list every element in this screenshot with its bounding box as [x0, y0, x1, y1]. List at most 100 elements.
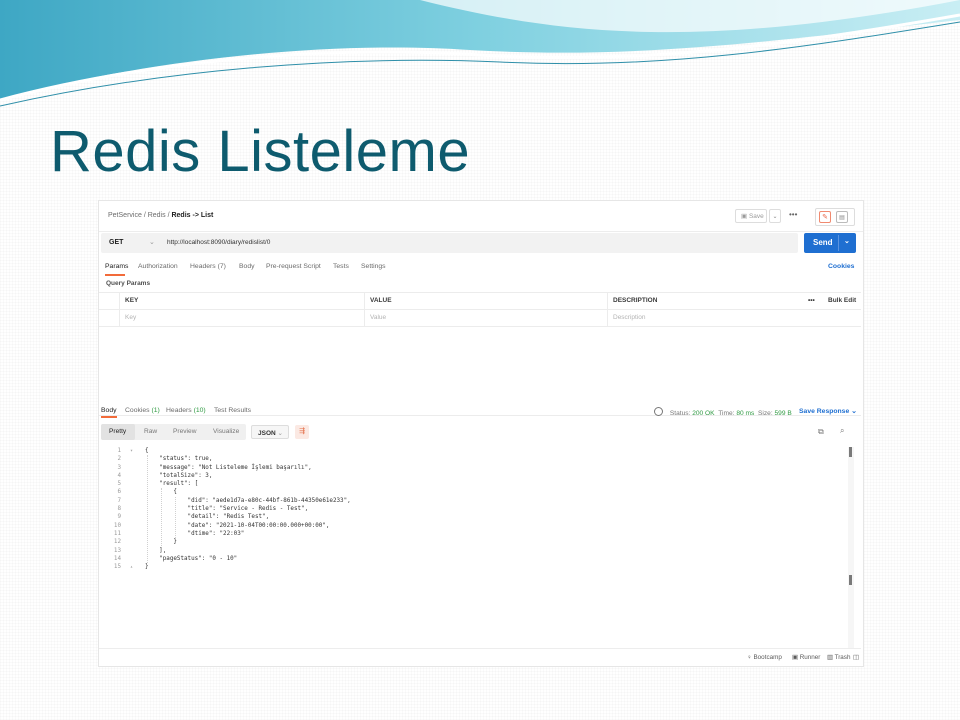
- copy-icon[interactable]: ⧉: [818, 427, 824, 437]
- save-response-button[interactable]: Save Response ⌄: [799, 407, 857, 415]
- code-line: 12 }: [99, 538, 844, 546]
- tab-pre-request-script[interactable]: Pre-request Script: [266, 263, 321, 270]
- line-number: 15: [113, 564, 121, 571]
- slide-title: Redis Listeleme: [50, 119, 471, 184]
- tab-tests[interactable]: Tests: [333, 263, 349, 270]
- code-line: 7 "did": "aede1d7a-e80c-44bf-861b-44350e…: [99, 497, 844, 505]
- save-response-label: Save Response: [799, 408, 850, 415]
- view-mode-preview[interactable]: Preview: [173, 428, 196, 435]
- code-line: 9 "detail": "Redis Test",: [99, 513, 844, 521]
- line-number: 2: [117, 456, 121, 463]
- send-label: Send: [813, 238, 833, 247]
- description-input[interactable]: Description: [607, 310, 861, 326]
- status-value[interactable]: 200 OK: [692, 410, 714, 417]
- tab-authorization[interactable]: Authorization: [138, 263, 178, 270]
- scrollbar-marker: [849, 447, 852, 457]
- trash-button[interactable]: ▥ Trash: [827, 654, 850, 661]
- line-number: 11: [113, 530, 121, 537]
- send-separator: [838, 235, 839, 251]
- line-number: 5: [117, 481, 121, 488]
- status-label: Status:: [669, 410, 691, 417]
- code-line: 13 ],: [99, 547, 844, 555]
- chevron-down-icon: ⌄: [851, 408, 857, 415]
- code-text: "totalSize": 3,: [145, 472, 213, 479]
- layout-icon[interactable]: ◫: [853, 654, 859, 661]
- time-value[interactable]: 80 ms: [736, 410, 754, 417]
- cookies-count: (1): [151, 407, 160, 414]
- chevron-down-icon[interactable]: ⌄: [844, 237, 850, 245]
- trash-label: Trash: [834, 654, 851, 661]
- line-number: 13: [113, 547, 121, 554]
- search-icon[interactable]: ⌕: [840, 426, 844, 436]
- tab-headers[interactable]: Headers (7): [190, 263, 226, 270]
- code-text: "status": true,: [145, 456, 213, 463]
- format-select[interactable]: JSON ⌄: [251, 425, 289, 439]
- active-response-tab-indicator: [101, 416, 117, 418]
- view-mode-pretty[interactable]: Pretty: [109, 428, 126, 435]
- more-options-icon[interactable]: •••: [789, 210, 797, 219]
- send-button[interactable]: Send ⌄: [804, 233, 856, 253]
- breadcrumb-separator: /: [167, 212, 170, 219]
- bulk-edit-button[interactable]: Bulk Edit: [823, 293, 861, 309]
- bootcamp-icon: ♀: [747, 654, 752, 661]
- runner-button[interactable]: ▣ Runner: [792, 654, 820, 661]
- line-number: 14: [113, 555, 121, 562]
- size-value[interactable]: 599 B: [775, 410, 792, 417]
- view-mode-visualize[interactable]: Visualize: [213, 428, 239, 435]
- fold-icon[interactable]: ▴: [130, 563, 133, 571]
- code-text: "date": "2021-10-04T00:00:00.000+00:00",: [145, 522, 330, 529]
- response-tab-test-results[interactable]: Test Results: [214, 407, 251, 414]
- code-text: "dtime": "22:03": [145, 530, 245, 537]
- tab-params[interactable]: Params: [105, 263, 128, 270]
- bootcamp-button[interactable]: ♀ Bootcamp: [747, 654, 782, 661]
- breadcrumb-current: Redis -> List: [171, 212, 214, 219]
- code-text: {: [145, 489, 177, 496]
- code-text: "did": "aede1d7a-e80c-44bf-861b-44350e61…: [145, 497, 351, 504]
- save-button[interactable]: ▣ Save: [735, 209, 767, 223]
- response-tab-cookies[interactable]: Cookies (1): [125, 407, 160, 414]
- cookies-link[interactable]: Cookies: [828, 263, 854, 270]
- code-text: "detail": "Redis Test",: [145, 514, 270, 521]
- postman-window: PetService / Redis / Redis -> List ▣ Sav…: [98, 200, 864, 667]
- line-number: 9: [117, 514, 121, 521]
- response-tab-cookies-label: Cookies: [125, 407, 150, 414]
- line-number: 10: [113, 522, 121, 529]
- runner-icon: ▣: [792, 654, 798, 661]
- save-dropdown-button[interactable]: ⌄: [769, 209, 781, 223]
- globe-icon[interactable]: [654, 407, 663, 416]
- edit-icon[interactable]: ✎: [819, 211, 831, 223]
- column-header-description: DESCRIPTION: [607, 293, 803, 309]
- url-bar: GET ⌄ http://localhost:8090/diary/redisl…: [101, 233, 798, 253]
- tab-settings[interactable]: Settings: [361, 263, 386, 270]
- response-tab-headers-label: Headers: [166, 407, 192, 414]
- value-input[interactable]: Value: [364, 310, 607, 326]
- code-line: 11 "dtime": "22:03": [99, 530, 844, 538]
- key-input[interactable]: Key: [119, 310, 364, 326]
- breadcrumb-collection[interactable]: PetService: [108, 212, 142, 219]
- active-tab-indicator: [105, 274, 125, 276]
- url-input[interactable]: http://localhost:8090/diary/redislist/0: [167, 239, 270, 246]
- code-line: 14 "pageStatus": "0 - 10": [99, 555, 844, 563]
- tab-body[interactable]: Body: [239, 263, 255, 270]
- query-params-table: KEY VALUE DESCRIPTION ••• Bulk Edit Key …: [99, 292, 861, 327]
- view-mode-raw[interactable]: Raw: [144, 428, 157, 435]
- code-line: 15 ▴}: [99, 563, 844, 571]
- code-text: "title": "Service - Redis - Test",: [145, 506, 309, 513]
- response-body-code[interactable]: 1 ▾ { 2 "status": true, 3 "message": "Not …: [99, 447, 844, 571]
- chevron-down-icon[interactable]: ⌄: [149, 238, 155, 246]
- fold-icon[interactable]: ▾: [130, 447, 133, 455]
- line-number: 12: [113, 539, 121, 546]
- code-line: 10 "date": "2021-10-04T00:00:00.000+00:0…: [99, 522, 844, 530]
- wrap-lines-icon[interactable]: ⇶: [295, 425, 309, 439]
- vertical-scrollbar[interactable]: [848, 447, 854, 649]
- comment-icon[interactable]: ▤: [836, 211, 848, 223]
- query-params-title: Query Params: [106, 280, 151, 287]
- request-header: PetService / Redis / Redis -> List ▣ Sav…: [99, 201, 863, 232]
- response-tab-body[interactable]: Body: [101, 407, 117, 414]
- column-options-icon[interactable]: •••: [803, 293, 825, 309]
- code-line: 1 ▾ {: [99, 447, 844, 455]
- breadcrumb-folder[interactable]: Redis: [148, 212, 166, 219]
- line-number: 8: [117, 506, 121, 513]
- method-select[interactable]: GET: [109, 239, 123, 246]
- response-tab-headers[interactable]: Headers (10): [166, 407, 206, 414]
